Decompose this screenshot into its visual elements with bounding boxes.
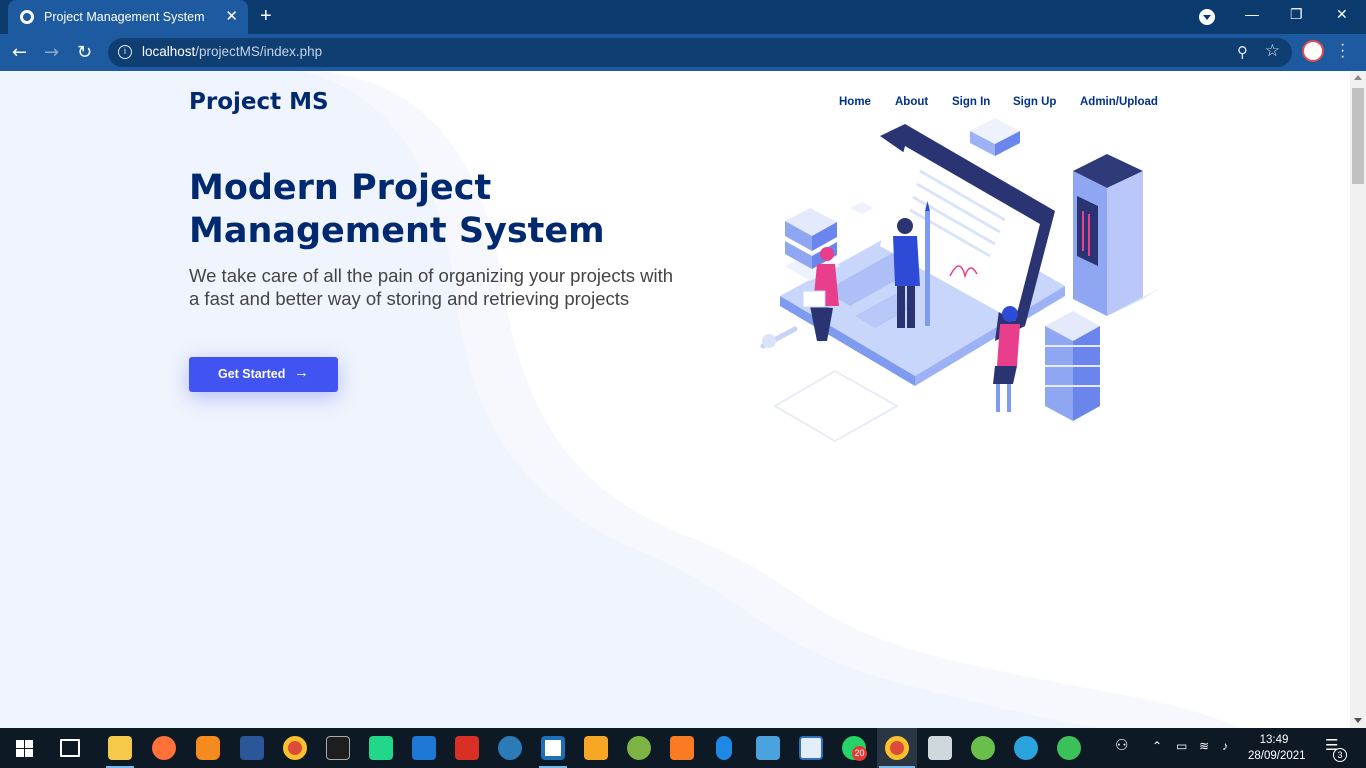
notification-badge: 3 xyxy=(1333,748,1347,762)
system-clock[interactable]: 13:49 28/09/2021 xyxy=(1248,732,1306,764)
page-scrollbar[interactable] xyxy=(1350,71,1366,728)
hero-title: Modern Project Management System xyxy=(189,168,605,251)
bookmark-star-icon[interactable]: ☆ xyxy=(1265,41,1280,61)
reload-icon[interactable]: ↻ xyxy=(77,42,92,63)
media-app-icon[interactable] xyxy=(627,736,651,760)
window-app-icon[interactable] xyxy=(799,736,823,760)
control-panel-icon[interactable] xyxy=(756,736,780,760)
globe-app-icon[interactable] xyxy=(971,736,995,760)
wifi-icon[interactable]: ≋ xyxy=(1199,739,1209,753)
url-text[interactable]: localhost/projectMS/index.php xyxy=(142,44,322,59)
xampp-icon[interactable] xyxy=(670,736,694,760)
volume-icon[interactable]: ♪ xyxy=(1222,739,1228,753)
new-tab-button[interactable]: + xyxy=(260,5,272,28)
battery-icon[interactable]: ▭ xyxy=(1176,739,1187,753)
restore-button[interactable]: ❐ xyxy=(1290,6,1303,23)
minimize-button[interactable]: — xyxy=(1245,6,1259,22)
nav-sign-up[interactable]: Sign Up xyxy=(1013,96,1056,108)
browser-tab-active[interactable]: Project Management System ✕ xyxy=(8,0,248,34)
bluetooth-icon[interactable] xyxy=(716,736,732,760)
nav-about[interactable]: About xyxy=(895,96,928,108)
scrollbar-thumb[interactable] xyxy=(1352,88,1364,184)
get-started-label: Get Started xyxy=(218,367,286,381)
get-started-button[interactable]: Get Started → xyxy=(189,357,338,392)
site-info-icon[interactable]: i xyxy=(118,45,132,59)
brackets-icon[interactable] xyxy=(541,736,565,760)
mu-editor-icon[interactable] xyxy=(498,736,522,760)
chrome-active-icon[interactable] xyxy=(885,736,909,760)
globe-icon xyxy=(20,10,34,24)
site-logo[interactable]: Project MS xyxy=(189,89,329,115)
send-app-icon[interactable] xyxy=(1057,736,1081,760)
page-viewport: Project MS Home About Sign In Sign Up Ad… xyxy=(0,71,1350,728)
back-arrow-icon[interactable]: ← xyxy=(12,42,27,63)
close-window-button[interactable]: ✕ xyxy=(1336,6,1348,23)
sublime-text-icon[interactable] xyxy=(584,736,608,760)
tab-search-icon[interactable] xyxy=(1199,9,1215,25)
clock-date: 28/09/2021 xyxy=(1248,750,1306,762)
task-view-icon[interactable] xyxy=(60,739,80,757)
file-explorer-icon[interactable] xyxy=(108,736,132,760)
windows-taskbar: 20 ⚇ ⌃ ▭ ≋ ♪ 13:49 28/09/2021 ☰ 3 xyxy=(0,728,1366,768)
sketchup-icon[interactable] xyxy=(455,736,479,760)
telegram-icon[interactable] xyxy=(1014,736,1038,760)
browser-toolbar: ← → ↻ i localhost/projectMS/index.php ⚲ … xyxy=(0,34,1366,71)
hero-illustration xyxy=(760,118,1160,443)
files-icon[interactable] xyxy=(928,736,952,760)
tab-title: Project Management System xyxy=(44,10,205,24)
hero-subtitle: We take care of all the pain of organizi… xyxy=(189,265,673,309)
clock-time: 13:49 xyxy=(1259,734,1289,746)
arrow-right-icon: → xyxy=(294,364,309,381)
remote-app-icon[interactable] xyxy=(412,736,436,760)
people-icon[interactable]: ⚇ xyxy=(1115,736,1128,754)
nav-home[interactable]: Home xyxy=(839,96,871,108)
profile-avatar[interactable] xyxy=(1302,40,1324,62)
terminal-icon[interactable] xyxy=(326,736,350,760)
close-tab-icon[interactable]: ✕ xyxy=(225,7,238,25)
browser-menu-icon[interactable]: · · · xyxy=(1340,37,1345,65)
scroll-down-icon[interactable] xyxy=(1354,718,1362,723)
uc-browser-icon[interactable] xyxy=(196,736,220,760)
address-bar[interactable]: i localhost/projectMS/index.php ⚲ ☆ xyxy=(108,38,1292,67)
start-icon[interactable] xyxy=(16,740,33,757)
nav-sign-in[interactable]: Sign In xyxy=(952,96,990,108)
firefox-icon[interactable] xyxy=(152,736,176,760)
word-icon[interactable] xyxy=(240,736,264,760)
pycharm-icon[interactable] xyxy=(369,736,393,760)
zoom-icon[interactable]: ⚲ xyxy=(1237,43,1248,61)
nav-admin-upload[interactable]: Admin/Upload xyxy=(1080,96,1158,108)
whatsapp-badge: 20 xyxy=(852,746,867,761)
tray-chevron-up-icon[interactable]: ⌃ xyxy=(1152,739,1162,753)
browser-tab-strip: Project Management System ✕ + — ❐ ✕ xyxy=(0,0,1366,34)
forward-arrow-icon[interactable]: → xyxy=(44,42,59,63)
scroll-up-icon[interactable] xyxy=(1354,75,1362,80)
chrome-icon[interactable] xyxy=(283,736,307,760)
